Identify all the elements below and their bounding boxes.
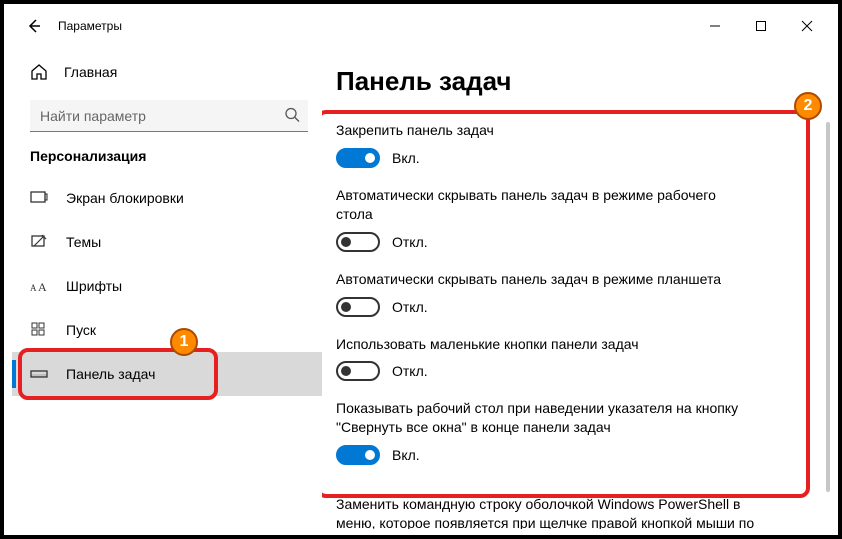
toggle-lock-taskbar[interactable] bbox=[336, 148, 380, 168]
sidebar-item-start[interactable]: Пуск bbox=[12, 308, 322, 352]
sidebar-item-label: Шрифты bbox=[66, 278, 122, 294]
minimize-button[interactable] bbox=[692, 11, 738, 41]
setting-label: Показывать рабочий стол при наведении ук… bbox=[336, 399, 752, 437]
close-button[interactable] bbox=[784, 11, 830, 41]
back-button[interactable] bbox=[20, 12, 48, 40]
setting-label: Использовать маленькие кнопки панели зад… bbox=[336, 335, 752, 354]
sidebar-item-label: Темы bbox=[66, 234, 101, 250]
sidebar-item-taskbar[interactable]: Панель задач bbox=[12, 352, 322, 396]
home-label: Главная bbox=[64, 64, 117, 80]
minimize-icon bbox=[709, 20, 721, 32]
settings-window: Параметры Главная bbox=[12, 10, 830, 529]
search-wrap bbox=[30, 100, 308, 132]
setting-lock-taskbar: Закрепить панель задач Вкл. bbox=[332, 121, 752, 168]
toggle-state: Откл. bbox=[392, 363, 428, 379]
setting-label: Закрепить панель задач bbox=[336, 121, 752, 140]
maximize-icon bbox=[755, 20, 767, 32]
main-content: Панель задач Закрепить панель задач Вкл.… bbox=[322, 42, 830, 529]
titlebar: Параметры bbox=[12, 10, 830, 42]
themes-icon bbox=[30, 233, 48, 251]
arrow-left-icon bbox=[26, 18, 42, 34]
sidebar: Главная Персонализация Экран блокировки bbox=[12, 42, 322, 529]
sidebar-item-label: Экран блокировки bbox=[66, 190, 184, 206]
toggle-peek-desktop[interactable] bbox=[336, 445, 380, 465]
window-title: Параметры bbox=[58, 19, 122, 33]
setting-label: Автоматически скрывать панель задач в ре… bbox=[336, 186, 752, 224]
setting-autohide-desktop: Автоматически скрывать панель задач в ре… bbox=[332, 186, 752, 252]
setting-small-buttons: Использовать маленькие кнопки панели зад… bbox=[332, 335, 752, 382]
maximize-button[interactable] bbox=[738, 11, 784, 41]
toggle-state: Вкл. bbox=[392, 447, 420, 463]
sidebar-item-label: Пуск bbox=[66, 322, 96, 338]
toggle-state: Откл. bbox=[392, 299, 428, 315]
lockscreen-icon bbox=[30, 189, 48, 207]
start-icon bbox=[30, 321, 48, 339]
setting-label: Автоматически скрывать панель задач в ре… bbox=[336, 270, 752, 289]
svg-text:A: A bbox=[38, 280, 47, 293]
taskbar-icon bbox=[30, 365, 48, 383]
page-title: Панель задач bbox=[332, 66, 820, 97]
setting-autohide-tablet: Автоматически скрывать панель задач в ре… bbox=[332, 270, 752, 317]
toggle-small-buttons[interactable] bbox=[336, 361, 380, 381]
fonts-icon: AA bbox=[30, 279, 48, 293]
window-body: Главная Персонализация Экран блокировки bbox=[12, 42, 830, 529]
setting-peek-desktop: Показывать рабочий стол при наведении ук… bbox=[332, 399, 752, 465]
toggle-state: Вкл. bbox=[392, 150, 420, 166]
scrollbar[interactable] bbox=[826, 122, 830, 492]
search-input[interactable] bbox=[30, 100, 308, 132]
sidebar-item-themes[interactable]: Темы bbox=[12, 220, 322, 264]
search-icon bbox=[284, 107, 300, 126]
sidebar-item-fonts[interactable]: AA Шрифты bbox=[12, 264, 322, 308]
toggle-state: Откл. bbox=[392, 234, 428, 250]
toggle-autohide-desktop[interactable] bbox=[336, 232, 380, 252]
close-icon bbox=[801, 20, 813, 32]
sidebar-item-lockscreen[interactable]: Экран блокировки bbox=[12, 176, 322, 220]
home-icon bbox=[30, 63, 48, 81]
powershell-setting-label: Заменить командную строку оболочкой Wind… bbox=[332, 483, 762, 529]
svg-text:A: A bbox=[30, 283, 37, 293]
sidebar-item-label: Панель задач bbox=[66, 366, 155, 382]
toggle-autohide-tablet[interactable] bbox=[336, 297, 380, 317]
home-nav[interactable]: Главная bbox=[12, 52, 322, 92]
section-label: Персонализация bbox=[12, 148, 322, 176]
window-controls bbox=[692, 11, 830, 41]
